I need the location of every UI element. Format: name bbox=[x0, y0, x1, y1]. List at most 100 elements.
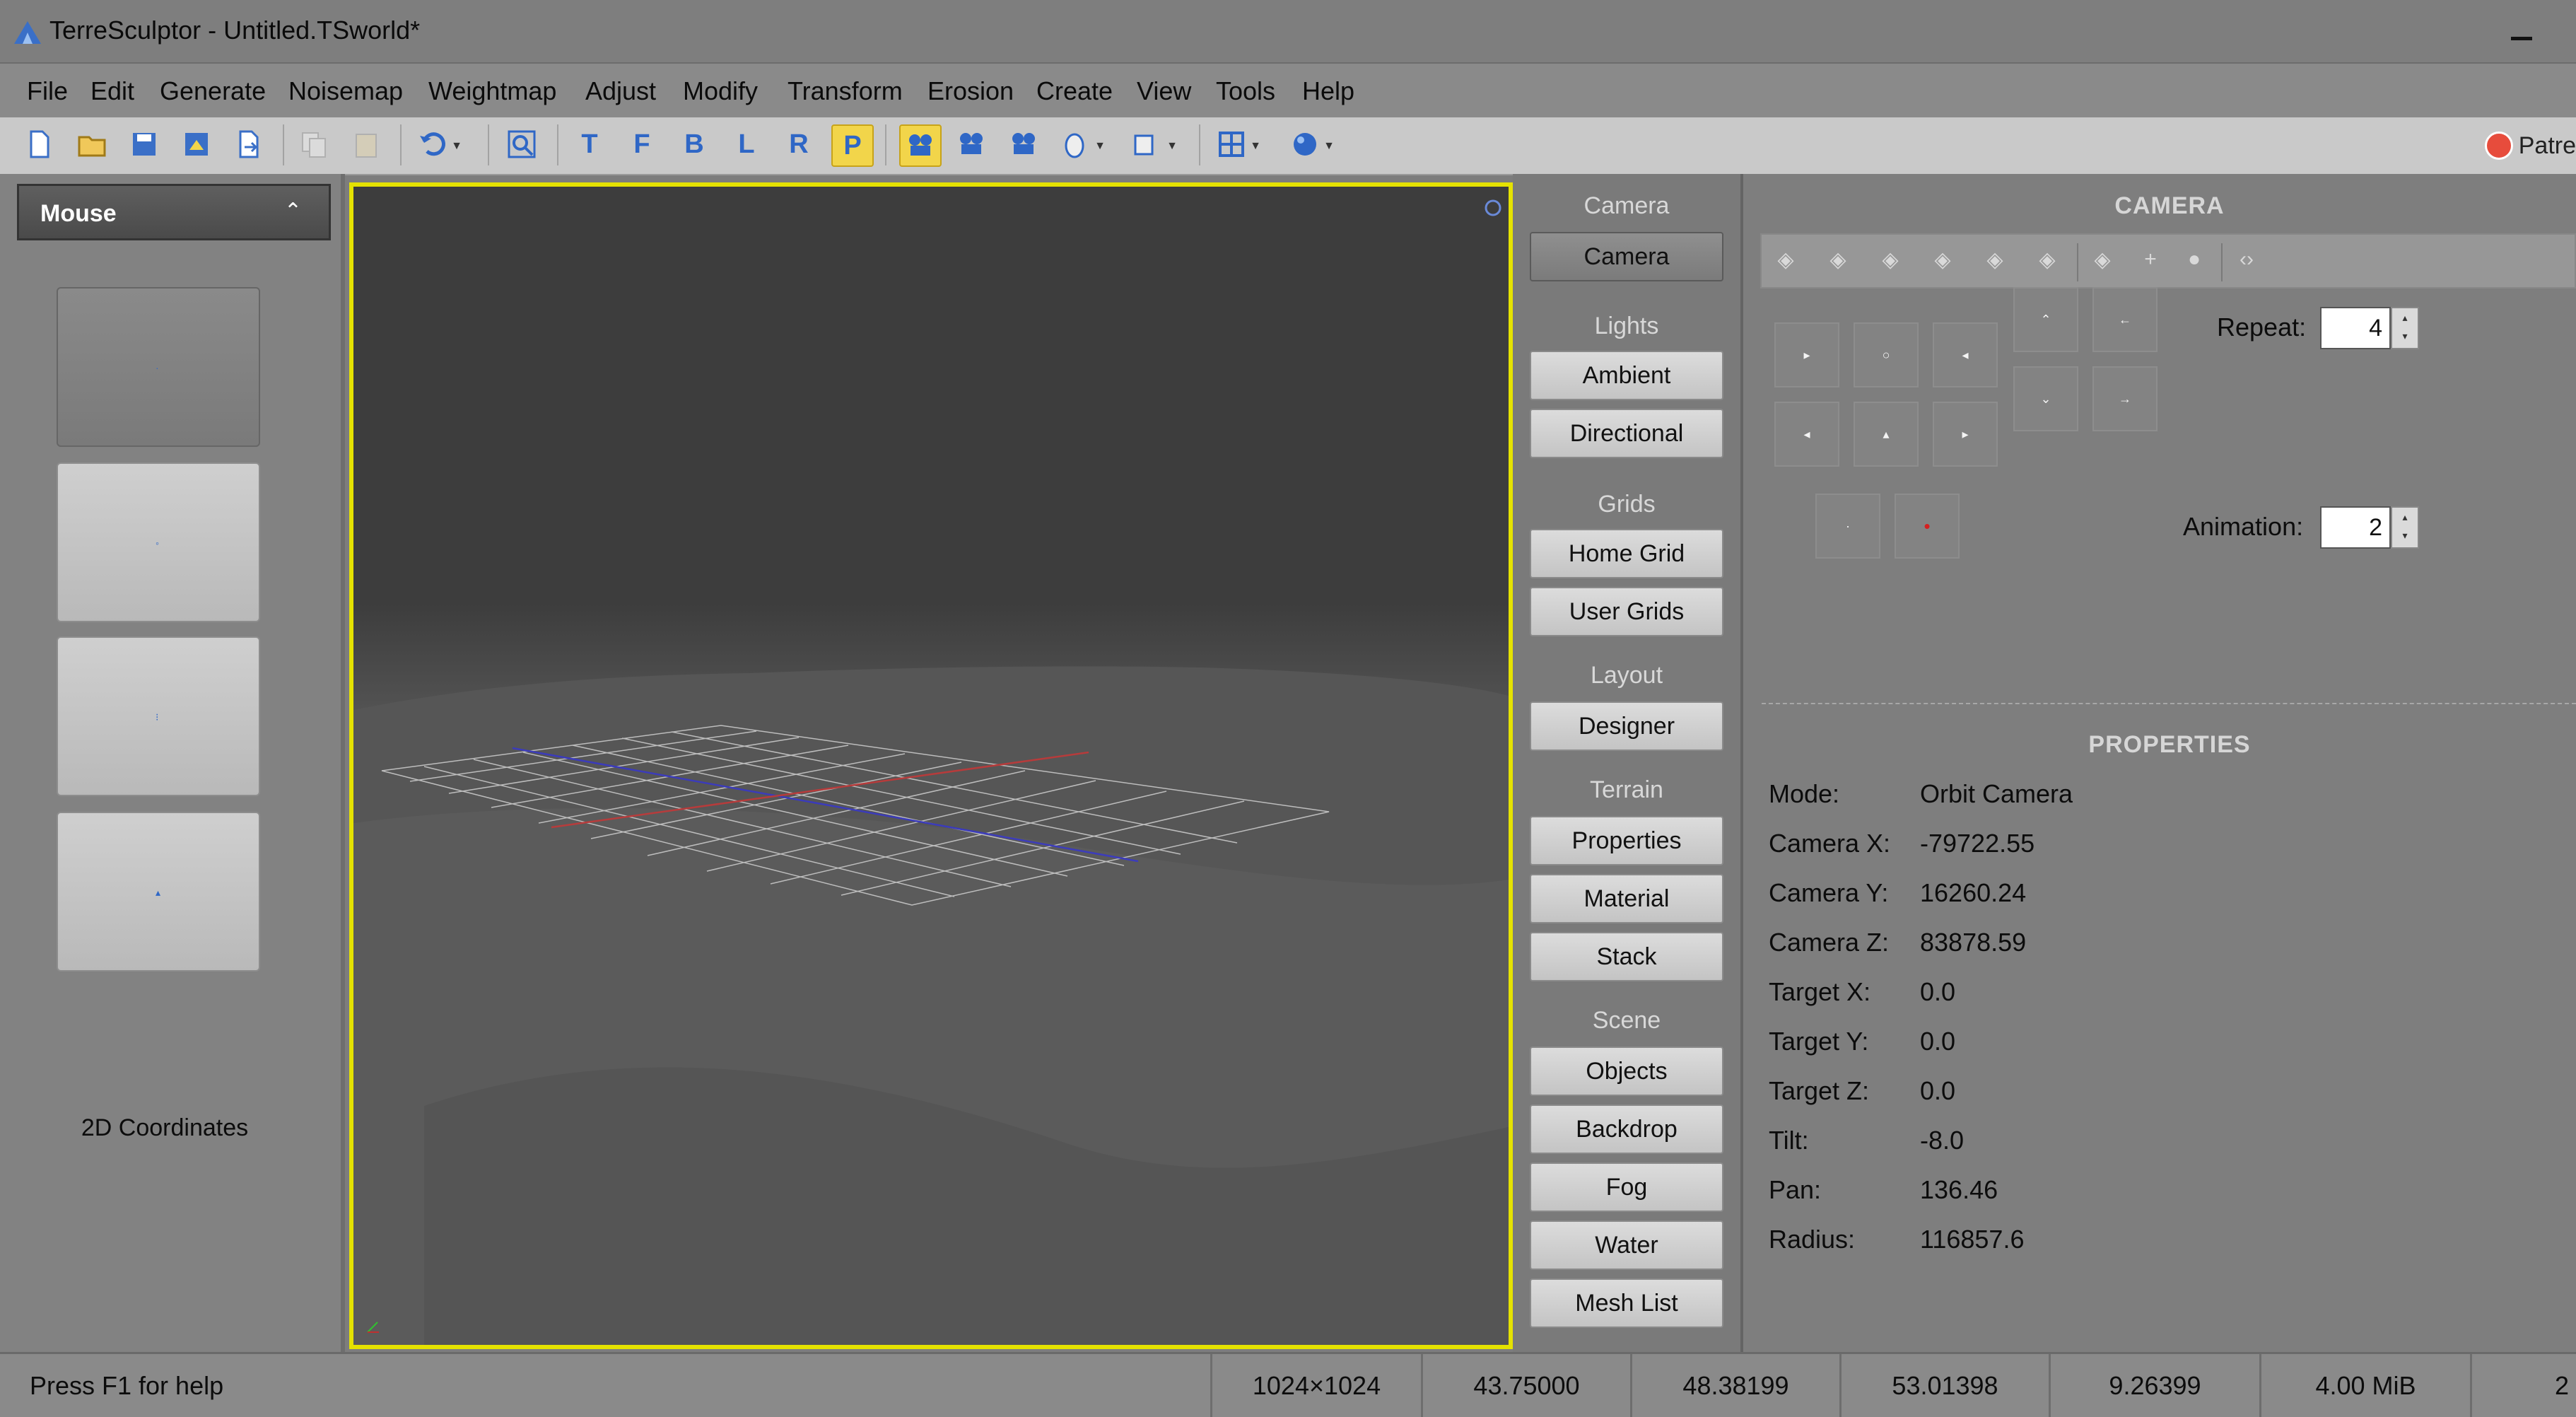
mesh-list-button[interactable]: Mesh List bbox=[1530, 1278, 1723, 1328]
save-icon[interactable] bbox=[124, 124, 164, 164]
directional-button[interactable]: Directional bbox=[1530, 409, 1723, 458]
menu-generate[interactable]: Generate bbox=[160, 76, 266, 106]
camera-bookmark-icon[interactable]: ◈ bbox=[1822, 247, 1854, 274]
menu-transform[interactable]: Transform bbox=[788, 76, 903, 106]
fly-camera-icon[interactable] bbox=[952, 124, 991, 164]
menu-noisemap[interactable]: Noisemap bbox=[288, 76, 403, 106]
nav-rotate-left-button[interactable]: ← bbox=[2092, 287, 2158, 352]
reset-icon[interactable]: ● bbox=[2179, 247, 2210, 274]
chevron-down-icon[interactable]: ▼ bbox=[1166, 140, 1178, 153]
zoom-icon: ▴ bbox=[156, 887, 161, 898]
menu-weightmap[interactable]: Weightmap bbox=[428, 76, 556, 106]
camera-point-button[interactable]: · bbox=[1815, 494, 1880, 559]
view-left-button[interactable]: L bbox=[727, 124, 766, 164]
camera-bookmark-icon[interactable]: ◈ bbox=[2087, 247, 2118, 274]
camera-bookmark-icon[interactable]: ◈ bbox=[1927, 247, 1958, 274]
status-value: 2 bbox=[2470, 1354, 2576, 1417]
nav-rotate-down-button[interactable]: ⌄ bbox=[2013, 366, 2078, 431]
camera-bookmark-icon[interactable]: ◈ bbox=[1875, 247, 1906, 274]
home-grid-button[interactable]: Home Grid bbox=[1530, 529, 1723, 578]
menu-edit[interactable]: Edit bbox=[90, 76, 134, 106]
paste-icon[interactable] bbox=[346, 124, 386, 164]
view-right-button[interactable]: R bbox=[779, 124, 819, 164]
chevron-down-icon[interactable]: ▼ bbox=[451, 140, 462, 153]
category-panel: Camera Camera Lights Ambient Directional… bbox=[1513, 174, 1743, 1352]
nav-right-button[interactable]: ◂ bbox=[1933, 322, 1998, 387]
view-top-button[interactable]: T bbox=[570, 124, 609, 164]
prop-label: Target X: bbox=[1769, 977, 1871, 1006]
mouse-mode-select-button[interactable]: · bbox=[57, 287, 260, 447]
nav-down-right-button[interactable]: ▸ bbox=[1933, 402, 1998, 467]
prop-label: Tilt: bbox=[1769, 1126, 1809, 1155]
nav-center-button[interactable]: ○ bbox=[1854, 322, 1919, 387]
copy-icon[interactable] bbox=[294, 124, 334, 164]
mouse-panel-header[interactable]: Mouse ⌃ bbox=[17, 184, 331, 240]
toolbar-separator bbox=[2221, 243, 2223, 281]
view-front-button[interactable]: F bbox=[622, 124, 662, 164]
designer-button[interactable]: Designer bbox=[1530, 701, 1723, 751]
view-back-button[interactable]: B bbox=[674, 124, 714, 164]
menu-file[interactable]: File bbox=[27, 76, 68, 106]
add-icon[interactable]: + bbox=[2135, 247, 2166, 274]
undo-icon[interactable]: ▼ bbox=[413, 124, 462, 164]
mouse-mode-icon[interactable]: ▼ bbox=[1056, 124, 1106, 164]
camera-bookmark-icon[interactable]: ◈ bbox=[2032, 247, 2063, 274]
render-sphere-icon[interactable]: ▼ bbox=[1285, 124, 1335, 164]
chevron-down-icon[interactable]: ▼ bbox=[1094, 140, 1106, 153]
walk-camera-icon[interactable] bbox=[1004, 124, 1043, 164]
nav-rotate-right-button[interactable]: → bbox=[2092, 366, 2158, 431]
nav-left-button[interactable]: ▸ bbox=[1774, 322, 1839, 387]
patreon-button[interactable]: Patre bbox=[2484, 124, 2576, 167]
menu-create[interactable]: Create bbox=[1036, 76, 1113, 106]
menu-erosion[interactable]: Erosion bbox=[927, 76, 1014, 106]
display-mode-icon[interactable]: ▼ bbox=[1128, 124, 1178, 164]
menu-modify[interactable]: Modify bbox=[683, 76, 758, 106]
backdrop-button[interactable]: Backdrop bbox=[1530, 1104, 1723, 1154]
minimize-button[interactable] bbox=[2511, 37, 2532, 40]
stack-button[interactable]: Stack bbox=[1530, 932, 1723, 981]
zoom-extents-icon[interactable] bbox=[502, 124, 541, 164]
orbit-camera-icon[interactable] bbox=[899, 124, 942, 167]
camera-bookmark-icon[interactable]: ◈ bbox=[1770, 247, 1801, 274]
prop-label: Camera Y: bbox=[1769, 878, 1889, 907]
menu-view[interactable]: View bbox=[1137, 76, 1191, 106]
material-button[interactable]: Material bbox=[1530, 874, 1723, 923]
save-as-icon[interactable] bbox=[177, 124, 216, 164]
sync-icon[interactable]: ‹› bbox=[2231, 247, 2262, 274]
mouse-mode-pan-button[interactable]: ⁝ bbox=[57, 636, 260, 796]
prop-label: Target Y: bbox=[1769, 1027, 1869, 1056]
menu-adjust[interactable]: Adjust bbox=[585, 76, 656, 106]
layout-grid-icon[interactable]: ▼ bbox=[1212, 124, 1261, 164]
3d-viewport[interactable] bbox=[349, 182, 1513, 1349]
camera-bookmark-icon[interactable]: ◈ bbox=[1979, 247, 2010, 274]
repeat-input[interactable]: 4 bbox=[2320, 307, 2391, 349]
menu-help[interactable]: Help bbox=[1302, 76, 1354, 106]
new-file-icon[interactable] bbox=[20, 124, 59, 164]
repeat-stepper[interactable]: ▴ ▾ bbox=[2391, 307, 2419, 349]
nav-rotate-up-button[interactable]: ⌃ bbox=[2013, 287, 2078, 352]
target-point-button[interactable]: • bbox=[1895, 494, 1960, 559]
objects-button[interactable]: Objects bbox=[1530, 1046, 1723, 1096]
open-folder-icon[interactable] bbox=[72, 124, 112, 164]
export-icon[interactable] bbox=[229, 124, 269, 164]
user-grids-button[interactable]: User Grids bbox=[1530, 587, 1723, 636]
status-help-text: Press F1 for help bbox=[30, 1371, 224, 1400]
fog-button[interactable]: Fog bbox=[1530, 1162, 1723, 1212]
properties-button[interactable]: Properties bbox=[1530, 816, 1723, 865]
water-button[interactable]: Water bbox=[1530, 1220, 1723, 1270]
nav-up-button[interactable]: ▴ bbox=[1854, 402, 1919, 467]
mouse-mode-rotate-button[interactable]: ◦ bbox=[57, 462, 260, 622]
nav-down-left-button[interactable]: ◂ bbox=[1774, 402, 1839, 467]
mouse-mode-zoom-button[interactable]: ▴ bbox=[57, 812, 260, 972]
view-perspective-button[interactable]: P bbox=[831, 124, 874, 167]
animation-stepper[interactable]: ▴ ▾ bbox=[2391, 506, 2419, 549]
ambient-button[interactable]: Ambient bbox=[1530, 351, 1723, 400]
chevron-down-icon[interactable]: ▼ bbox=[1250, 140, 1261, 153]
camera-button[interactable]: Camera bbox=[1530, 232, 1723, 281]
chevron-up-icon[interactable]: ⌃ bbox=[284, 199, 302, 223]
animation-input[interactable]: 2 bbox=[2320, 506, 2391, 549]
menu-tools[interactable]: Tools bbox=[1216, 76, 1275, 106]
chevron-down-icon[interactable]: ▼ bbox=[1323, 140, 1335, 153]
toolbar-separator bbox=[557, 124, 558, 165]
menu-bar: File Edit Generate Noisemap Weightmap Ad… bbox=[0, 62, 2576, 119]
